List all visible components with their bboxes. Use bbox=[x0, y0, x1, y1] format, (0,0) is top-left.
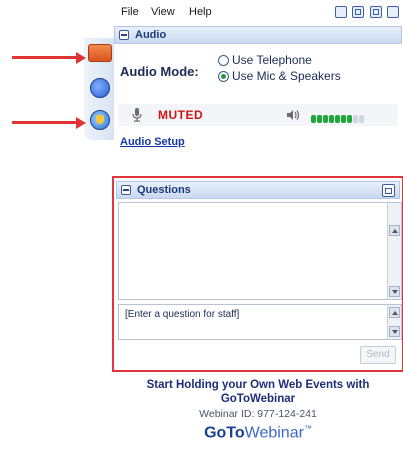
collapse-audio-icon[interactable] bbox=[119, 30, 129, 40]
audio-mode-label: Audio Mode: bbox=[120, 64, 199, 79]
questions-log[interactable] bbox=[118, 202, 402, 300]
restore-icon[interactable] bbox=[352, 6, 365, 18]
muted-status[interactable]: MUTED bbox=[158, 108, 203, 122]
menu-help[interactable]: Help bbox=[189, 6, 212, 18]
popout-icon[interactable] bbox=[382, 184, 395, 197]
microphone-icon[interactable] bbox=[132, 108, 142, 122]
control-panel-icon[interactable] bbox=[90, 78, 110, 98]
questions-panel-header[interactable]: Questions bbox=[116, 181, 400, 199]
mic-level-dot bbox=[341, 115, 346, 123]
mute-row: MUTED bbox=[118, 104, 398, 126]
mic-level-dot bbox=[323, 115, 328, 123]
use-mic-speakers-radio[interactable] bbox=[218, 71, 229, 82]
menu-bar: File View Help bbox=[113, 2, 403, 24]
promo-line-2[interactable]: GoToWebinar bbox=[112, 392, 403, 406]
send-button[interactable]: Send bbox=[360, 346, 396, 364]
mic-level-dot bbox=[359, 115, 364, 123]
screen-share-icon[interactable] bbox=[88, 44, 112, 62]
window-controls bbox=[334, 5, 399, 23]
mic-level-dot bbox=[335, 115, 340, 123]
mic-level-dot bbox=[329, 115, 334, 123]
promo-block: Start Holding your Own Web Events with G… bbox=[112, 378, 403, 442]
gotowebinar-logo: GoToWebinar™ bbox=[204, 424, 312, 442]
webinar-id: Webinar ID: 977-124-241 bbox=[199, 408, 317, 420]
use-mic-speakers-label[interactable]: Use Mic & Speakers bbox=[232, 69, 341, 83]
raise-hand-icon[interactable] bbox=[90, 110, 110, 130]
menu-file[interactable]: File bbox=[121, 6, 139, 18]
menu-view[interactable]: View bbox=[151, 6, 175, 18]
close-icon[interactable] bbox=[387, 6, 399, 18]
mic-level-dot bbox=[317, 115, 322, 123]
use-telephone-label[interactable]: Use Telephone bbox=[232, 53, 312, 67]
audio-panel-header[interactable]: Audio bbox=[114, 26, 402, 44]
scroll-down-icon[interactable] bbox=[389, 286, 400, 297]
collapse-questions-icon[interactable] bbox=[121, 185, 131, 195]
question-input-placeholder: [Enter a question for staff] bbox=[125, 309, 240, 320]
minimize-icon[interactable] bbox=[334, 6, 347, 18]
mic-level-dot bbox=[311, 115, 316, 123]
audio-setup-link[interactable]: Audio Setup bbox=[120, 136, 185, 148]
question-input-scrollbar[interactable] bbox=[387, 305, 401, 339]
input-scroll-down-icon[interactable] bbox=[389, 326, 400, 337]
mic-level-dot bbox=[353, 115, 358, 123]
questions-panel-title: Questions bbox=[137, 184, 191, 196]
mic-level-dot bbox=[347, 115, 352, 123]
maximize-icon[interactable] bbox=[369, 6, 382, 18]
questions-log-scrollbar[interactable] bbox=[387, 203, 401, 299]
scroll-up-icon[interactable] bbox=[389, 225, 400, 236]
input-scroll-up-icon[interactable] bbox=[389, 307, 400, 318]
side-toolbar bbox=[84, 38, 114, 140]
speaker-icon bbox=[287, 110, 300, 120]
mic-level-meter bbox=[311, 110, 365, 128]
use-telephone-radio[interactable] bbox=[218, 55, 229, 66]
promo-line-1[interactable]: Start Holding your Own Web Events with bbox=[112, 378, 403, 392]
questions-panel: Questions [Enter a question for staff] S… bbox=[112, 176, 403, 372]
question-input[interactable]: [Enter a question for staff] bbox=[118, 304, 402, 340]
audio-panel-title: Audio bbox=[135, 29, 167, 41]
